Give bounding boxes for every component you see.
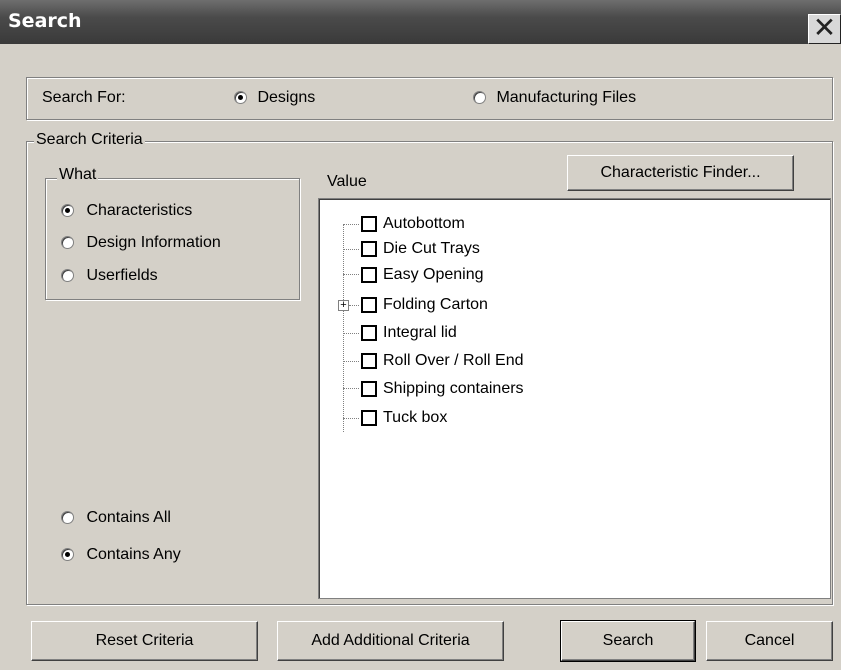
cancel-button[interactable]: Cancel bbox=[706, 621, 833, 661]
tree-item-label: Shipping containers bbox=[383, 380, 524, 397]
design-information-radio[interactable] bbox=[61, 236, 74, 250]
search-for-manufacturing-option[interactable]: Manufacturing Files bbox=[473, 89, 636, 107]
close-button[interactable]: ✕ bbox=[808, 14, 841, 44]
tree-connector bbox=[343, 224, 344, 432]
search-button[interactable]: Search bbox=[561, 621, 695, 661]
tree-branch bbox=[349, 305, 359, 306]
search-for-label: Search For: bbox=[42, 89, 126, 106]
tree-checkbox[interactable] bbox=[361, 241, 377, 257]
search-criteria-legend: Search Criteria bbox=[34, 131, 145, 149]
tree-branch bbox=[343, 388, 359, 389]
designs-radio[interactable] bbox=[234, 91, 247, 105]
tree-item-label: Autobottom bbox=[383, 215, 465, 232]
what-option-userfields[interactable]: Userfields bbox=[61, 267, 158, 285]
tree-checkbox[interactable] bbox=[361, 267, 377, 283]
tree-branch bbox=[343, 418, 359, 419]
designs-label: Designs bbox=[257, 89, 316, 106]
manufacturing-files-radio[interactable] bbox=[473, 91, 486, 105]
tree-checkbox[interactable] bbox=[361, 353, 377, 369]
window-title: Search bbox=[8, 10, 82, 32]
tree-branch bbox=[343, 333, 359, 334]
contains-any-radio[interactable] bbox=[61, 548, 74, 562]
what-legend: What bbox=[57, 166, 99, 184]
value-label: Value bbox=[327, 173, 367, 190]
contains-all-option[interactable]: Contains All bbox=[61, 509, 171, 527]
characteristics-tree[interactable]: + Autobottom Die Cut Trays Easy Opening … bbox=[318, 198, 831, 599]
title-bar bbox=[0, 0, 841, 44]
characteristics-radio[interactable] bbox=[61, 204, 74, 218]
tree-checkbox[interactable] bbox=[361, 216, 377, 232]
tree-item-label: Roll Over / Roll End bbox=[383, 352, 524, 369]
design-information-label: Design Information bbox=[86, 234, 221, 251]
userfields-radio[interactable] bbox=[61, 269, 74, 283]
manufacturing-files-label: Manufacturing Files bbox=[496, 89, 637, 106]
characteristic-finder-button[interactable]: Characteristic Finder... bbox=[567, 155, 794, 191]
tree-branch bbox=[343, 361, 359, 362]
tree-branch bbox=[343, 224, 359, 225]
tree-item-label: Die Cut Trays bbox=[383, 240, 480, 257]
userfields-label: Userfields bbox=[86, 267, 158, 284]
tree-item-label: Easy Opening bbox=[383, 266, 484, 283]
what-option-characteristics[interactable]: Characteristics bbox=[61, 202, 192, 220]
contains-any-label: Contains Any bbox=[86, 546, 181, 563]
close-icon: ✕ bbox=[812, 11, 837, 44]
tree-checkbox[interactable] bbox=[361, 410, 377, 426]
tree-checkbox[interactable] bbox=[361, 381, 377, 397]
plus-expander-icon[interactable]: + bbox=[338, 300, 349, 311]
tree-item-label: Integral lid bbox=[383, 324, 457, 341]
tree-item-label: Folding Carton bbox=[383, 296, 488, 313]
tree-checkbox[interactable] bbox=[361, 297, 377, 313]
what-option-design-information[interactable]: Design Information bbox=[61, 234, 221, 252]
contains-all-label: Contains All bbox=[86, 509, 171, 526]
contains-all-radio[interactable] bbox=[61, 511, 74, 525]
search-for-designs-option[interactable]: Designs bbox=[234, 89, 315, 107]
characteristics-label: Characteristics bbox=[86, 202, 193, 219]
tree-item-label: Tuck box bbox=[383, 409, 448, 426]
contains-any-option[interactable]: Contains Any bbox=[61, 546, 181, 564]
tree-branch bbox=[343, 274, 359, 275]
tree-branch bbox=[343, 249, 359, 250]
reset-criteria-button[interactable]: Reset Criteria bbox=[31, 621, 258, 661]
search-for-panel bbox=[26, 77, 833, 120]
add-additional-criteria-button[interactable]: Add Additional Criteria bbox=[277, 621, 504, 661]
tree-checkbox[interactable] bbox=[361, 325, 377, 341]
